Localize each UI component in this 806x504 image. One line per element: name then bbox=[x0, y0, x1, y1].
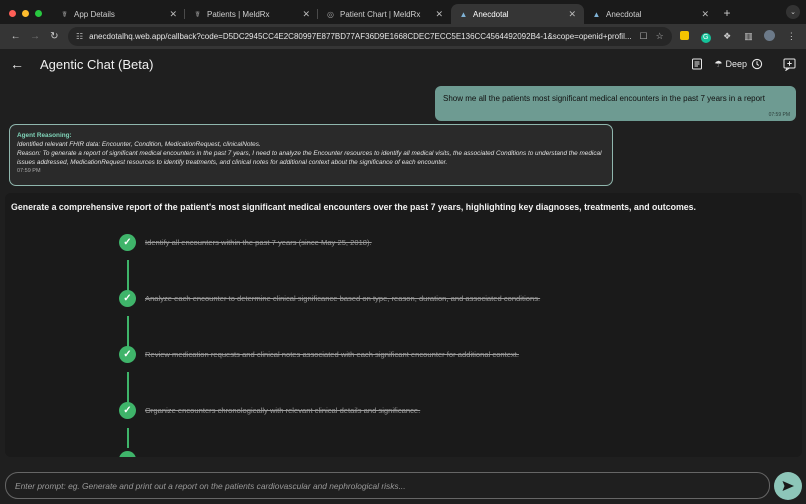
maximize-window-button[interactable] bbox=[35, 10, 42, 17]
tab-label: Anecdotal bbox=[606, 9, 642, 19]
send-button[interactable] bbox=[774, 472, 802, 500]
forward-arrow-icon[interactable]: → bbox=[25, 31, 44, 42]
plan-step: ✓ Review medication requests and clinica… bbox=[119, 346, 519, 363]
address-bar[interactable]: ☷ anecdotalhq.web.app/callback?code=D5DC… bbox=[67, 27, 672, 46]
tab-label: App Details bbox=[74, 9, 115, 19]
header-actions: ☂ Deep bbox=[690, 57, 796, 71]
report-heading: Generate a comprehensive report of the p… bbox=[11, 202, 697, 212]
back-arrow-icon[interactable]: ← bbox=[6, 31, 25, 42]
agent-reasoning-box: Agent Reasoning: Identified relevant FHI… bbox=[9, 124, 613, 186]
plan-step: ✓ Organize encounters chronologically wi… bbox=[119, 402, 420, 419]
checkmark-icon: ✓ bbox=[119, 402, 136, 419]
sidebar-icon[interactable]: ▥ bbox=[740, 31, 757, 42]
tab-label: Patient Chart | MeldRx bbox=[340, 9, 421, 19]
timeline-connector bbox=[127, 428, 129, 448]
deep-label: Deep bbox=[725, 59, 747, 69]
user-message: Show me all the patients most significan… bbox=[435, 86, 796, 121]
grammarly-icon[interactable]: G bbox=[697, 31, 714, 43]
back-arrow-icon[interactable]: ← bbox=[10, 56, 40, 72]
rocket-icon: ☂ bbox=[714, 58, 723, 69]
report-plan: Generate a comprehensive report of the p… bbox=[5, 193, 802, 457]
new-tab-button[interactable]: + bbox=[717, 6, 737, 24]
tab-label: Patients | MeldRx bbox=[207, 9, 270, 19]
message-timestamp: 07:59 PM bbox=[17, 168, 41, 174]
tab-app-details[interactable]: ☤ App Details ✕ bbox=[52, 4, 185, 24]
user-message-text: Show me all the patients most significan… bbox=[443, 94, 765, 103]
plan-step-text: Review medication requests and clinical … bbox=[145, 350, 519, 359]
document-icon[interactable] bbox=[690, 57, 704, 71]
browser-tab-bar: ☤ App Details ✕ ☤ Patients | MeldRx ✕ ◎ … bbox=[0, 0, 806, 24]
message-timestamp: 07:59 PM bbox=[768, 112, 790, 118]
reasoning-reason: Reason: To generate a report of signific… bbox=[17, 150, 602, 166]
meldrx-icon: ☤ bbox=[194, 9, 201, 19]
history-clock-icon[interactable] bbox=[750, 57, 764, 71]
plan-step-text: Analyze each encounter to determine clin… bbox=[145, 294, 541, 303]
browser-menu-icon[interactable]: ⋮ bbox=[783, 31, 800, 42]
app-header: ← Agentic Chat (Beta) ☂ Deep bbox=[0, 49, 806, 79]
extensions-puzzle-icon[interactable]: ❖ bbox=[718, 31, 735, 42]
reload-icon[interactable]: ↻ bbox=[45, 31, 64, 42]
install-icon[interactable]: ☐ bbox=[640, 31, 648, 42]
tab-anecdotal-active[interactable]: ▲ Anecdotal ✕ bbox=[451, 4, 584, 24]
anecdotal-icon: ▲ bbox=[592, 9, 601, 19]
new-chat-icon[interactable] bbox=[782, 57, 796, 71]
tab-anecdotal[interactable]: ▲ Anecdotal ✕ bbox=[584, 4, 717, 24]
prompt-input-wrapper bbox=[5, 472, 770, 499]
bookmark-star-icon[interactable]: ☆ bbox=[656, 31, 664, 42]
site-settings-icon[interactable]: ☷ bbox=[76, 32, 83, 41]
minimize-window-button[interactable] bbox=[22, 10, 29, 17]
deep-mode-toggle[interactable]: ☂ Deep bbox=[714, 57, 764, 71]
send-icon bbox=[782, 481, 794, 491]
reasoning-title: Agent Reasoning: bbox=[17, 132, 72, 139]
close-icon[interactable]: ✕ bbox=[701, 9, 709, 20]
meldrx-icon: ☤ bbox=[61, 9, 68, 19]
tab-search-button[interactable]: ⌄ bbox=[786, 5, 800, 19]
extension-yellow-icon[interactable] bbox=[676, 31, 693, 42]
chat-area: Show me all the patients most significan… bbox=[0, 79, 806, 457]
url-text[interactable]: anecdotalhq.web.app/callback?code=D5DC29… bbox=[89, 32, 631, 41]
tab-patient-chart[interactable]: ◎ Patient Chart | MeldRx ✕ bbox=[318, 4, 451, 24]
prompt-input[interactable] bbox=[15, 480, 760, 491]
checkmark-icon: ✓ bbox=[119, 346, 136, 363]
checkmark-icon: ✓ bbox=[119, 290, 136, 307]
tab-patients[interactable]: ☤ Patients | MeldRx ✕ bbox=[185, 4, 318, 24]
profile-avatar[interactable] bbox=[761, 30, 778, 43]
checkmark-icon bbox=[119, 451, 136, 457]
checkmark-icon: ✓ bbox=[119, 234, 136, 251]
close-icon[interactable]: ✕ bbox=[169, 9, 177, 20]
close-icon[interactable]: ✕ bbox=[568, 9, 576, 20]
reasoning-identified: Identified relevant FHIR data: Encounter… bbox=[17, 141, 261, 148]
window-controls bbox=[0, 10, 52, 24]
plan-step-text: Organize encounters chronologically with… bbox=[145, 406, 421, 415]
tab-label: Anecdotal bbox=[473, 9, 509, 19]
plan-step-partial bbox=[119, 451, 136, 457]
browser-toolbar: ← → ↻ ☷ anecdotalhq.web.app/callback?cod… bbox=[0, 24, 806, 49]
meldrx-icon: ◎ bbox=[327, 9, 334, 19]
anecdotal-icon: ▲ bbox=[459, 9, 468, 19]
plan-step: ✓ Identify all encounters within the pas… bbox=[119, 234, 372, 251]
plan-step: ✓ Analyze each encounter to determine cl… bbox=[119, 290, 540, 307]
plan-step-text: Identify all encounters within the past … bbox=[145, 238, 372, 247]
close-window-button[interactable] bbox=[9, 10, 16, 17]
page-title: Agentic Chat (Beta) bbox=[40, 56, 154, 72]
close-icon[interactable]: ✕ bbox=[302, 9, 310, 20]
close-icon[interactable]: ✕ bbox=[435, 9, 443, 20]
